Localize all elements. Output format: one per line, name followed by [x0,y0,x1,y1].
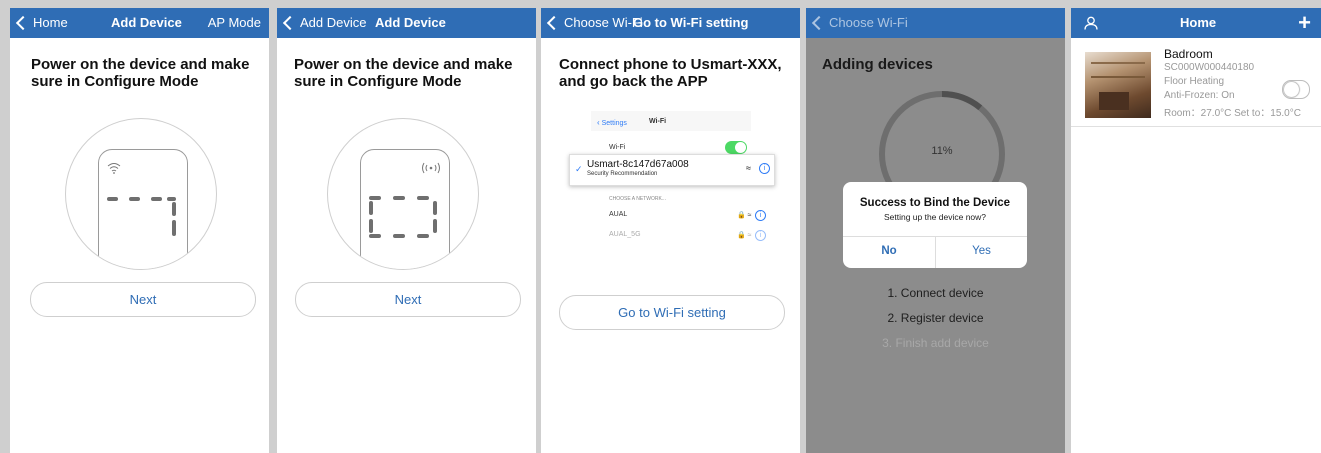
user-icon[interactable] [1084,16,1098,30]
back-label: Home [33,15,68,30]
screen-adding-devices: Choose Wi-Fi Adding devices 11% 1. Conne… [806,8,1065,453]
back-label: Choose Wi-Fi [564,15,643,30]
go-to-wifi-button[interactable]: Go to Wi-Fi setting [559,295,785,330]
lcd-segment [369,196,381,200]
nav-title: Add Device [111,15,182,30]
lock-wifi-icons: 🔒 ≈ [737,212,752,219]
wifi-icon: ≈ [746,163,751,173]
lcd-segment [417,196,429,200]
chevron-left-icon [811,15,827,30]
device-type: Floor Heating [1164,76,1225,87]
info-icon: i [755,230,766,241]
room-temperature: Room：27.0°C Set to：15.0°C [1164,108,1301,119]
lcd-segment [107,197,118,201]
lcd-segment [393,196,405,200]
nav-bar: Choose Wi-Fi [806,8,1065,38]
lcd-segment [433,201,437,215]
anti-frozen-status: Anti-Frozen: On [1164,90,1235,101]
instruction-heading: Power on the device and make sure in Con… [294,56,513,90]
nav-title: Add Device [375,15,446,30]
nav-title: Home [1180,15,1217,30]
next-button[interactable]: Next [30,282,256,317]
mock-choose-label: CHOOSE A NETWORK... [609,196,666,202]
ap-mode-button[interactable]: AP Mode [208,15,261,30]
mock-settings-label: Settings [601,120,627,127]
power-toggle[interactable] [1282,80,1310,99]
screen-add-device-ap: Home Add Device AP Mode Power on the dev… [10,8,269,453]
mock-network-name: AUAL [609,211,628,218]
instruction-heading: Power on the device and make sure in Con… [31,56,250,90]
antenna-icon [422,162,440,174]
room-photo [1085,52,1151,118]
nav-bar: Home + [1071,8,1321,38]
mock-title: Wi-Fi [649,118,667,125]
back-button[interactable]: Choose Wi-Fi [545,15,643,30]
mock-network-aual: AUAL 🔒 ≈ i [609,210,766,221]
screen-home: Home + Badroom SC000W000440180 Floor Hea… [1071,8,1321,453]
bind-success-dialog: Success to Bind the Device Setting up th… [843,182,1027,268]
instruction-heading: Connect phone to Usmart-XXX, and go back… [559,56,782,90]
lcd-segment [393,234,405,238]
no-button[interactable]: No [843,245,935,257]
mock-network-name: AUAL_5G [609,231,641,238]
step-register: 2. Register device [887,311,984,325]
nav-bar: Add Device Add Device [277,8,536,38]
lock-wifi-icons: 🔒 ≈ [737,232,752,239]
lcd-segment [417,234,429,238]
dialog-message: Setting up the device now? [883,212,987,222]
shelf-line [1091,76,1145,78]
thermostat-icon [360,149,450,269]
lcd-segment [172,220,176,236]
back-button[interactable]: Choose Wi-Fi [810,15,908,30]
shelf-line [1091,62,1145,64]
back-label: Choose Wi-Fi [829,15,908,30]
lcd-segment [167,197,176,201]
screen-add-device: Add Device Add Device Power on the devic… [277,8,536,453]
nav-bar: Choose Wi-Fi Go to Wi-Fi setting [541,8,800,38]
mock-wifi-toggle [725,141,747,154]
wifi-icon [107,163,121,174]
chevron-left-icon [282,15,298,30]
adding-heading: Adding devices [822,56,933,73]
table-shape [1099,92,1129,110]
info-icon: i [759,163,770,174]
lcd-segment [369,219,373,233]
next-button[interactable]: Next [295,282,521,317]
chevron-left-icon [15,15,31,30]
yes-button[interactable]: Yes [936,245,1027,257]
device-illustration [65,118,217,270]
nav-title: Go to Wi-Fi setting [633,15,749,30]
thermostat-icon [98,149,188,269]
step-finish: 3. Finish add device [882,336,989,350]
lcd-segment [433,219,437,233]
mock-network-name: Usmart-8c147d67a008 [587,159,689,170]
lcd-segment [172,202,176,216]
lcd-segment [369,234,381,238]
lcd-segment [369,201,373,215]
nav-bar: Home Add Device AP Mode [10,8,269,38]
back-button[interactable]: Add Device [281,15,366,30]
plus-icon[interactable]: + [1298,10,1311,36]
back-label: Add Device [300,15,367,30]
mock-network-aual5g: AUAL_5G 🔒 ≈ i [609,230,766,241]
lcd-segment [129,197,140,201]
step-connect: 1. Connect device [887,286,984,300]
back-button[interactable]: Home [14,15,68,30]
device-id: SC000W000440180 [1164,62,1255,73]
lcd-segment [151,197,162,201]
chevron-left-icon [546,15,562,30]
dialog-title: Success to Bind the Device [859,197,1011,209]
info-icon: i [755,210,766,221]
mock-network-sub: Security Recommendation [587,171,658,177]
device-name: Badroom [1164,47,1213,61]
mock-selected-network: ✓ Usmart-8c147d67a008 Security Recommend… [569,154,775,186]
device-card[interactable]: Badroom SC000W000440180 Floor Heating An… [1071,42,1321,127]
wifi-settings-illustration: ‹ Settings Wi-Fi Wi-Fi ✓ Usmart-8c147d67… [559,111,789,261]
checkmark-icon: ✓ [575,164,583,174]
device-illustration [327,118,479,270]
screen-go-to-wifi: Choose Wi-Fi Go to Wi-Fi setting Connect… [541,8,800,453]
progress-label: 11% [931,145,953,157]
